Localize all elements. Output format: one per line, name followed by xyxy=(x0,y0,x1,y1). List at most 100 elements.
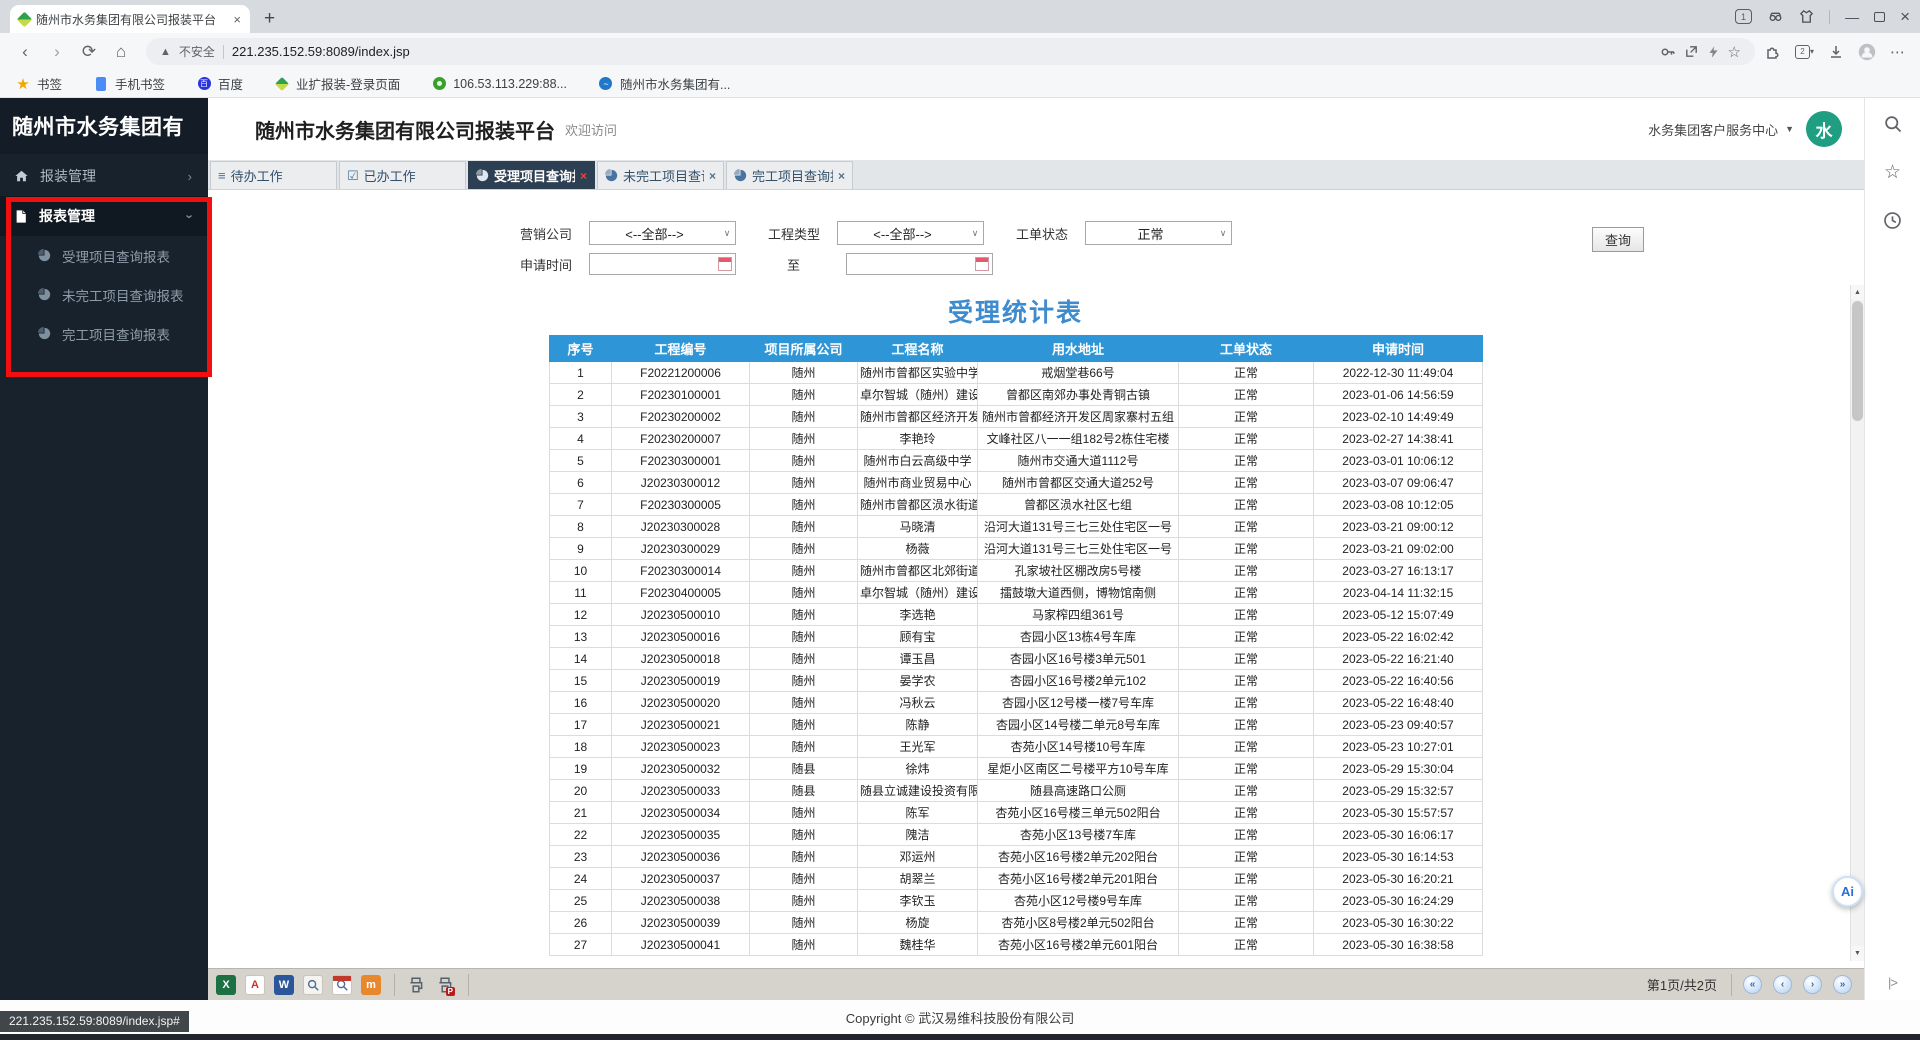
print-icon[interactable] xyxy=(406,975,426,995)
sidebar-subitem-受理项目查询报表[interactable]: 受理项目查询报表 xyxy=(0,236,208,275)
table-row[interactable]: 10F20230300014随州随州市曾都区北郊街道孔家坡社区棚改房5号楼正常2… xyxy=(550,560,1483,582)
back-icon[interactable]: ‹ xyxy=(10,43,40,60)
table-row[interactable]: 18J20230500023随州王光军杏苑小区14号楼10号车库正常2023-0… xyxy=(550,736,1483,758)
tab-close-icon[interactable]: × xyxy=(580,169,587,183)
scroll-up-icon[interactable]: ▲ xyxy=(1851,285,1864,300)
company-select[interactable]: <--全部-->∨ xyxy=(589,221,736,245)
table-row[interactable]: 20J20230500033随县随县立诚建设投资有限随县高速路口公厕正常2023… xyxy=(550,780,1483,802)
scroll-down-icon[interactable]: ▼ xyxy=(1851,946,1864,961)
print-pdf-icon[interactable] xyxy=(435,975,455,995)
user-avatar[interactable]: 水 xyxy=(1806,111,1842,147)
chevron-down-icon[interactable]: ▼ xyxy=(1785,124,1794,134)
sidebar-subitem-未完工项目查询报表[interactable]: 未完工项目查询报表 xyxy=(0,275,208,314)
next-page-button[interactable]: › xyxy=(1803,975,1822,994)
first-page-button[interactable]: « xyxy=(1743,975,1762,994)
bookmark-item[interactable]: 手机书签 xyxy=(94,74,165,93)
table-row[interactable]: 22J20230500035随州隗洁杏苑小区13号楼7车库正常2023-05-3… xyxy=(550,824,1483,846)
table-row[interactable]: 27J20230500041随州魏桂华杏苑小区16号楼2单元601阳台正常202… xyxy=(550,934,1483,956)
workspace-tab-受理项目查询报表[interactable]: 受理项目查询报表× xyxy=(468,161,595,189)
url-text[interactable]: 221.235.152.59:8089/index.jsp xyxy=(232,44,1652,59)
workspace-tab-待办工作[interactable]: ≡待办工作 xyxy=(210,161,337,189)
mht-export-icon[interactable]: m xyxy=(361,975,381,995)
tab-count-icon[interactable]: 1 xyxy=(1735,9,1752,24)
home-icon[interactable]: ⌂ xyxy=(106,43,136,60)
query-button[interactable]: 查询 xyxy=(1592,227,1644,252)
refresh-icon[interactable]: ⟳ xyxy=(74,43,104,60)
table-row[interactable]: 25J20230500038随州李钦玉杏苑小区12号楼9号车库正常2023-05… xyxy=(550,890,1483,912)
table-row[interactable]: 6J20230300012随州随州市商业贸易中心随州市曾都区交通大道252号正常… xyxy=(550,472,1483,494)
tab-close-icon[interactable]: × xyxy=(709,169,716,183)
date-to-input[interactable] xyxy=(846,253,993,275)
table-row[interactable]: 4F20230200007随州李艳玲文峰社区八一一组182号2栋住宅楼正常202… xyxy=(550,428,1483,450)
prev-page-button[interactable]: ‹ xyxy=(1773,975,1792,994)
bookmark-item[interactable]: 百百度 xyxy=(197,74,243,93)
table-row[interactable]: 9J20230300029随州杨薇沿河大道131号三七三处住宅区一号正常2023… xyxy=(550,538,1483,560)
table-row[interactable]: 7F20230300005随州随州市曾都区涢水街道曾都区涢水社区七组正常2023… xyxy=(550,494,1483,516)
bookmark-star-icon[interactable]: ☆ xyxy=(1728,43,1741,61)
table-row[interactable]: 26J20230500039随州杨旋杏苑小区8号楼2单元502阳台正常2023-… xyxy=(550,912,1483,934)
address-bar[interactable]: ▲ 不安全 221.235.152.59:8089/index.jsp ☆ xyxy=(146,38,1755,65)
download-icon[interactable] xyxy=(1828,44,1844,60)
sidebar-item-baozhuang[interactable]: 报装管理 › xyxy=(0,156,208,196)
table-row[interactable]: 19J20230500032随县徐炜星炬小区南区二号楼平方10号车库正常2023… xyxy=(550,758,1483,780)
tab-switcher-icon[interactable]: 2▾ xyxy=(1795,45,1814,59)
favorites-star-icon[interactable]: ☆ xyxy=(1884,161,1901,184)
workspace-tab-未完工项目查询报表[interactable]: 未完工项目查询报表× xyxy=(597,161,724,189)
preview-icon[interactable] xyxy=(303,975,323,995)
table-row[interactable]: 17J20230500021随州陈静杏园小区14号楼二单元8号车库正常2023-… xyxy=(550,714,1483,736)
sidebar-subitem-完工项目查询报表[interactable]: 完工项目查询报表 xyxy=(0,314,208,353)
table-row[interactable]: 1F20221200006随州随州市曾都区实验中学戒烟堂巷66号正常2022-1… xyxy=(550,362,1483,384)
extensions-puzzle-icon[interactable] xyxy=(1765,44,1781,60)
forward-icon[interactable]: › xyxy=(42,43,72,60)
table-row[interactable]: 11F20230400005随州卓尔智城（随州）建设擂鼓墩大道西侧，博物馆南侧正… xyxy=(550,582,1483,604)
table-row[interactable]: 14J20230500018随州谭玉昌杏园小区16号楼3单元501正常2023-… xyxy=(550,648,1483,670)
last-page-button[interactable]: » xyxy=(1833,975,1852,994)
print-preview-icon[interactable] xyxy=(332,975,352,995)
tab-close-icon[interactable]: × xyxy=(233,12,241,27)
bookmark-item[interactable]: ~随州市水务集团有... xyxy=(599,74,730,93)
pdf-export-icon[interactable]: A xyxy=(245,975,265,995)
panel-expand-icon[interactable]: |> xyxy=(1888,975,1897,990)
browser-tab[interactable]: 随州市水务集团有限公司报装平台 × xyxy=(10,5,250,33)
share-icon[interactable] xyxy=(1684,44,1699,59)
workspace-tab-已办工作[interactable]: ☑已办工作 xyxy=(339,161,466,189)
lightning-icon[interactable] xyxy=(1707,45,1720,59)
table-row[interactable]: 13J20230500016随州顾有宝杏园小区13栋4号车库正常2023-05-… xyxy=(550,626,1483,648)
table-row[interactable]: 15J20230500019随州晏学农杏园小区16号楼2单元102正常2023-… xyxy=(550,670,1483,692)
table-row[interactable]: 23J20230500036随州邓运州杏苑小区16号楼2单元202阳台正常202… xyxy=(550,846,1483,868)
table-row[interactable]: 24J20230500037随州胡翠兰杏苑小区16号楼2单元201阳台正常202… xyxy=(550,868,1483,890)
maximize-button[interactable] xyxy=(1874,12,1885,22)
browser-menu-icon[interactable]: ⋯ xyxy=(1890,43,1906,61)
calendar-icon[interactable] xyxy=(975,257,989,271)
search-icon[interactable] xyxy=(1883,114,1903,134)
history-clock-icon[interactable] xyxy=(1883,211,1902,230)
table-row[interactable]: 3F20230200002随州随州市曾都区经济开发随州市曾都经济开发区周家寨村五… xyxy=(550,406,1483,428)
minimize-button[interactable]: — xyxy=(1845,10,1859,24)
new-tab-button[interactable]: + xyxy=(264,9,275,28)
tab-close-icon[interactable]: × xyxy=(838,169,845,183)
scrollbar-thumb[interactable] xyxy=(1852,301,1863,421)
table-row[interactable]: 5F20230300001随州随州市白云高级中学随州市交通大道1112号正常20… xyxy=(550,450,1483,472)
table-row[interactable]: 16J20230500020随州冯秋云杏园小区12号楼一楼7号车库正常2023-… xyxy=(550,692,1483,714)
theme-icon[interactable] xyxy=(1799,9,1814,24)
close-window-button[interactable]: × xyxy=(1900,8,1910,25)
not-secure-icon[interactable]: ▲ xyxy=(160,46,171,58)
word-export-icon[interactable]: W xyxy=(274,975,294,995)
date-from-input[interactable] xyxy=(589,253,736,275)
content-scrollbar[interactable]: ▲ ▼ xyxy=(1850,285,1864,961)
sidebar-item-baobiao[interactable]: 报表管理 › xyxy=(0,196,208,236)
calendar-icon[interactable] xyxy=(718,257,732,271)
password-key-icon[interactable] xyxy=(1660,44,1676,60)
table-row[interactable]: 12J20230500010随州李选艳马家榨四组361号正常2023-05-12… xyxy=(550,604,1483,626)
ai-assistant-button[interactable]: Ai xyxy=(1832,876,1863,907)
bookmark-item[interactable]: 业扩报装-登录页面 xyxy=(275,74,400,93)
order-status-select[interactable]: 正常∨ xyxy=(1085,221,1232,245)
user-menu[interactable]: 水务集团客户服务中心 xyxy=(1648,120,1778,139)
table-row[interactable]: 2F20230100001随州卓尔智城（随州）建设曾都区南郊办事处青铜古镇正常2… xyxy=(550,384,1483,406)
table-row[interactable]: 21J20230500034随州陈军杏苑小区16号楼三单元502阳台正常2023… xyxy=(550,802,1483,824)
workspace-tab-完工项目查询报表[interactable]: 完工项目查询报表× xyxy=(726,161,853,189)
profile-avatar-icon[interactable] xyxy=(1858,43,1876,61)
bookmark-item[interactable]: 106.53.113.229:88... xyxy=(432,77,567,91)
workspace-icon[interactable] xyxy=(1767,9,1784,24)
table-row[interactable]: 8J20230300028随州马晓清沿河大道131号三七三处住宅区一号正常202… xyxy=(550,516,1483,538)
